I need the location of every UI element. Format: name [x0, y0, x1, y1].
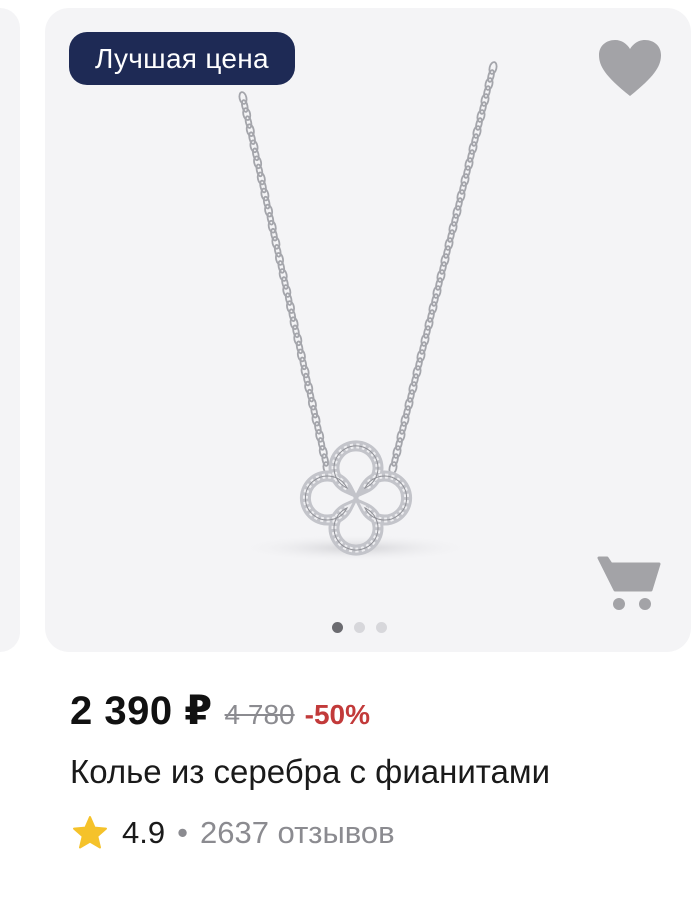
add-to-cart-button[interactable] — [597, 548, 663, 614]
image-carousel-dots — [45, 622, 691, 633]
carousel-dot-2[interactable] — [353, 622, 365, 633]
current-price: 2 390 ₽ — [70, 689, 213, 733]
carousel-dot-3[interactable] — [375, 622, 387, 633]
discount-badge: -50% — [304, 699, 370, 730]
price-row: 2 390 ₽ 4 780 -50% — [70, 688, 370, 736]
rating-row: 4.9 • 2637 отзывов — [72, 813, 395, 853]
cart-icon — [597, 556, 661, 610]
rating-value: 4.9 — [122, 815, 166, 850]
star-icon — [73, 816, 107, 849]
necklace-product-image[interactable] — [215, 58, 535, 578]
product-image-card[interactable]: Лучшая цена — [45, 8, 691, 652]
heart-icon — [599, 40, 661, 96]
old-price: 4 780 — [224, 699, 295, 730]
favorite-button[interactable] — [597, 38, 663, 98]
previous-product-card[interactable] — [0, 8, 20, 652]
rating-separator: • — [177, 815, 188, 850]
product-title[interactable]: Колье из серебра с фианитами — [70, 753, 550, 791]
carousel-dot-1[interactable] — [331, 622, 343, 633]
reviews-count-link[interactable]: 2637 отзывов — [200, 815, 395, 851]
product-card-page: Лучшая цена 2 390 ₽ 4 780 -50% Колье из … — [0, 0, 693, 907]
